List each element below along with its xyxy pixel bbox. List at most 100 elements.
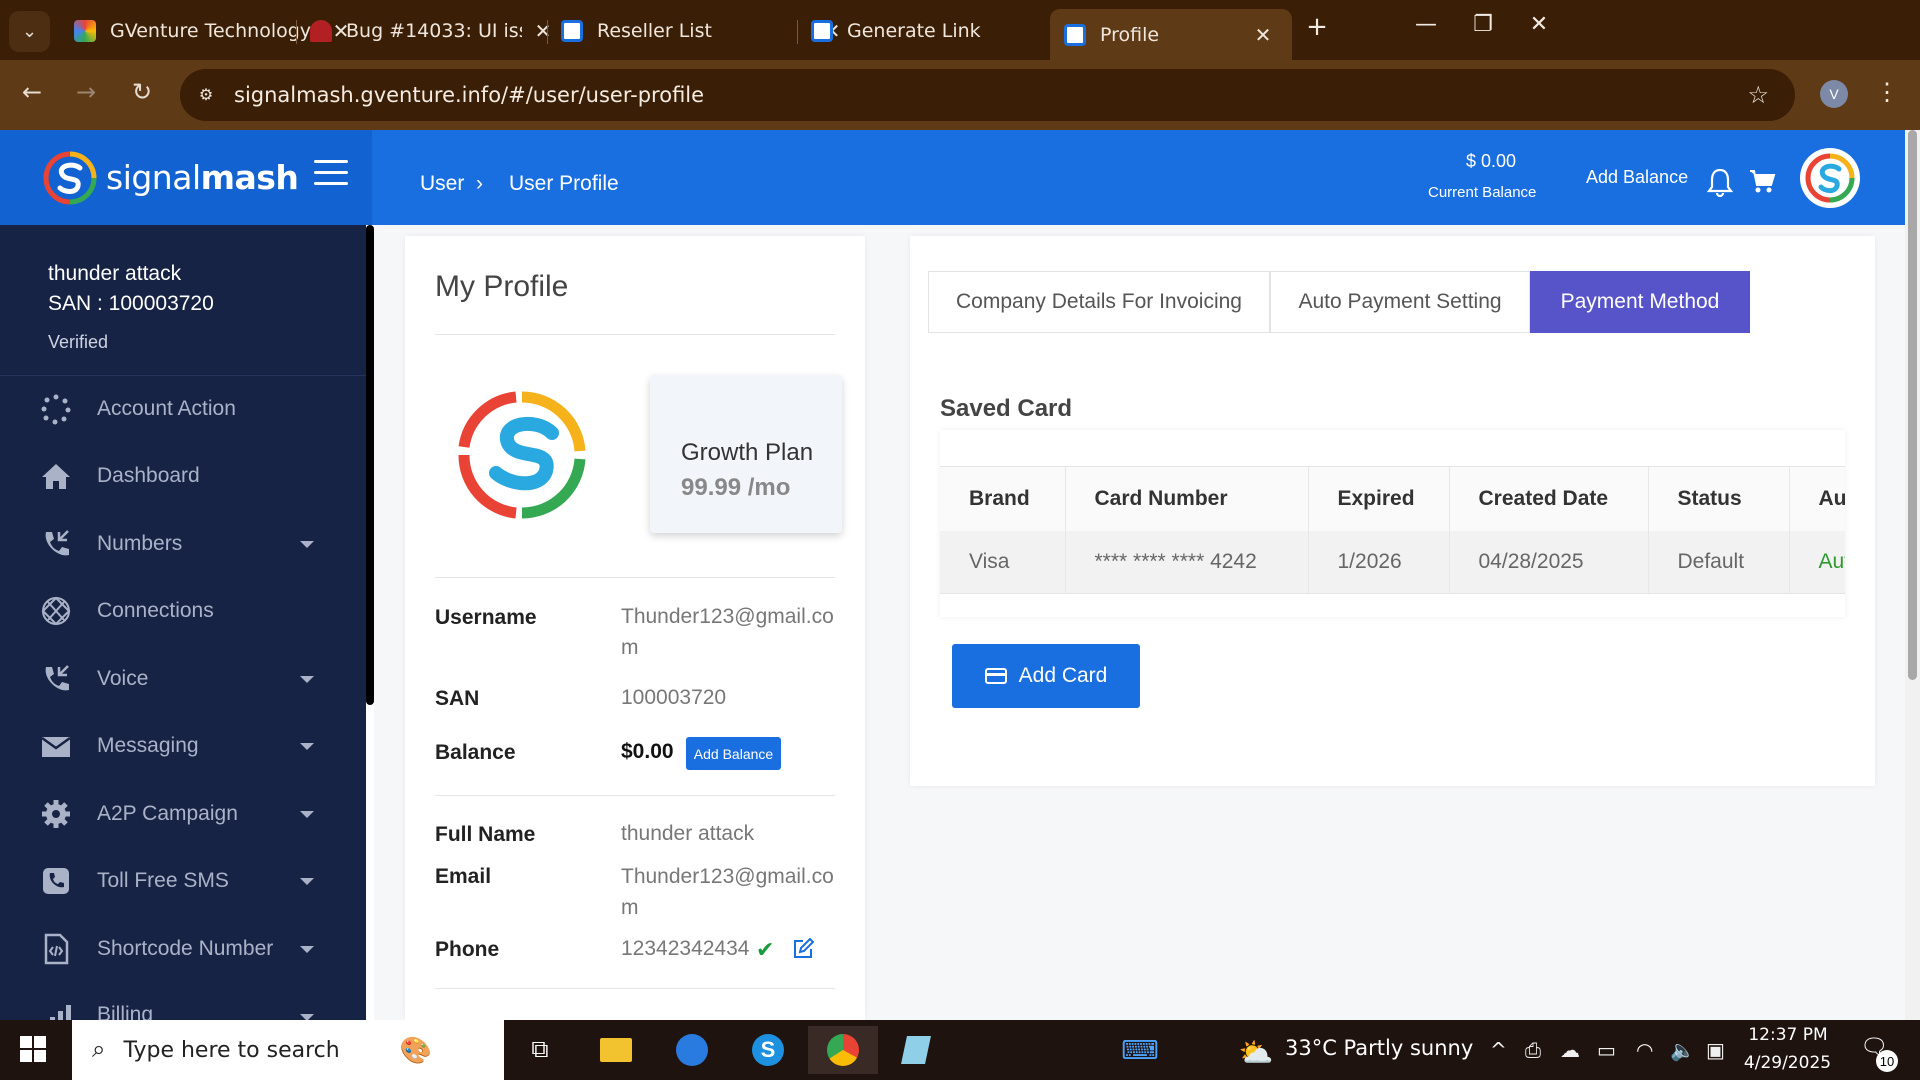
sidebar-item-label: Toll Free SMS <box>97 869 229 892</box>
clock-time[interactable]: 12:37 PM <box>1748 1025 1828 1045</box>
card-created-date: 04/28/2025 <box>1449 530 1649 594</box>
back-arrow-icon[interactable]: ← <box>14 78 50 106</box>
chrome-icon[interactable] <box>808 1026 878 1074</box>
sidebar-item-toll-free-sms[interactable]: Toll Free SMS <box>0 851 366 911</box>
weather-text[interactable]: 33°C Partly sunny <box>1285 1036 1473 1060</box>
tab-search-button[interactable]: ⌄ <box>9 11 50 52</box>
divider <box>435 988 835 989</box>
sidebar-item-connections[interactable]: Connections <box>0 581 366 641</box>
sidebar-item-billing[interactable]: Billing <box>0 985 366 1020</box>
column-header: Expired <box>1308 466 1450 531</box>
skype-icon[interactable]: S <box>744 1026 792 1074</box>
browser-tab-strip: ⌄ GVenture Technology Pvt ✕ Bug #14033: … <box>0 0 1920 60</box>
taskbar-search[interactable]: ⌕ Type here to search 🎨 <box>72 1020 504 1080</box>
clock-date[interactable]: 4/29/2025 <box>1740 1053 1835 1073</box>
sidebar-item-messaging[interactable]: Messaging <box>0 716 366 776</box>
sidebar-user-name: thunder attack <box>48 262 182 285</box>
breadcrumb-user[interactable]: User <box>420 172 464 196</box>
wifi-icon[interactable]: ◠ <box>1636 1038 1653 1062</box>
sidebar-item-label: Dashboard <box>97 464 200 487</box>
sidebar-item-voice[interactable]: Voice <box>0 649 366 709</box>
card-expiry: 1/2026 <box>1308 530 1450 594</box>
battery-icon[interactable]: ▭ <box>1597 1038 1616 1062</box>
add-balance-button[interactable]: Add Balance <box>686 737 781 770</box>
divider <box>435 334 835 335</box>
plan-price: 99.99 /mo <box>681 474 791 501</box>
header-add-balance-link[interactable]: Add Balance <box>1586 167 1688 188</box>
sidebar-item-shortcode-number[interactable]: Shortcode Number <box>0 919 366 979</box>
sidebar-item-dashboard[interactable]: Dashboard <box>0 446 366 506</box>
forward-arrow-icon[interactable]: → <box>68 78 104 106</box>
san-label: SAN <box>435 687 480 710</box>
phone-square-icon <box>43 868 69 894</box>
breadcrumb-current: User Profile <box>509 172 619 195</box>
profile-tabs: Company Details For Invoicing Auto Payme… <box>928 271 1750 333</box>
hamburger-menu-icon[interactable] <box>314 160 348 186</box>
meet-now-icon[interactable]: ⎙ <box>1525 1038 1541 1062</box>
edit-icon[interactable] <box>792 938 814 960</box>
onedrive-icon[interactable]: ☁ <box>1560 1038 1580 1062</box>
bookmark-star-icon[interactable]: ☆ <box>1747 81 1769 110</box>
chevron-up-icon[interactable]: ^ <box>1490 1038 1507 1062</box>
envelope-icon <box>41 736 71 757</box>
browser-tab[interactable]: Bug #14033: UI issues in ✕ <box>296 9 558 52</box>
minimize-button[interactable]: — <box>1401 12 1451 37</box>
authorize-link[interactable]: Authorize <box>1789 530 1845 594</box>
page-scrollbar-thumb[interactable] <box>1908 130 1917 680</box>
signalmash-logo-icon[interactable] <box>42 150 98 206</box>
url-text[interactable]: signalmash.gventure.info/#/user/user-pro… <box>234 83 704 107</box>
search-icon: ⌕ <box>92 1036 106 1063</box>
current-balance-label: Current Balance <box>1428 184 1537 201</box>
column-header: Status <box>1648 466 1790 531</box>
balance-label: Balance <box>435 741 516 764</box>
weather-icon[interactable]: ⛅ <box>1232 1028 1280 1076</box>
browser-profile-avatar[interactable]: V <box>1820 80 1848 108</box>
search-highlight-icon: 🎨 <box>399 1034 433 1065</box>
brand-name-bold: mash <box>200 158 299 197</box>
display-icon[interactable]: ▣ <box>1706 1038 1725 1062</box>
saved-card-table: Brand Card Number Expired Created Date S… <box>940 430 1845 617</box>
windows-start-icon[interactable] <box>20 1036 46 1062</box>
bell-icon[interactable] <box>1707 167 1733 197</box>
signal-icon <box>50 1005 71 1020</box>
brand-name[interactable]: signalmash <box>106 158 299 197</box>
tab-company-details[interactable]: Company Details For Invoicing <box>928 271 1270 333</box>
tab-payment-method[interactable]: Payment Method <box>1530 271 1750 333</box>
task-view-icon[interactable]: ⧉ <box>516 1026 564 1074</box>
new-tab-button[interactable]: + <box>1292 12 1342 42</box>
gventure-favicon <box>74 19 96 42</box>
sidebar-verified-status: Verified <box>48 332 109 352</box>
sidebar-item-label: Voice <box>97 667 149 690</box>
file-explorer-icon[interactable] <box>592 1026 640 1074</box>
email-value: Thunder123@gmail.com <box>621 865 834 919</box>
browser-tab-active[interactable]: Profile ✕ <box>1050 9 1292 60</box>
browser-tab-title: Profile <box>1100 23 1160 46</box>
add-card-label: Add Card <box>1018 664 1108 687</box>
sidebar-scrollbar[interactable] <box>366 225 374 705</box>
sidebar-item-numbers[interactable]: Numbers <box>0 514 366 574</box>
tab-auto-payment[interactable]: Auto Payment Setting <box>1270 271 1530 333</box>
user-avatar[interactable] <box>1800 148 1860 208</box>
volume-icon[interactable]: 🔈 <box>1670 1038 1695 1062</box>
home-icon <box>42 464 70 489</box>
username-value: Thunder123@gmail.com <box>621 605 834 659</box>
notepad-icon[interactable] <box>892 1026 940 1074</box>
restore-button[interactable]: ❐ <box>1458 12 1508 37</box>
sidebar-item-account-action[interactable]: Account Action <box>0 379 366 439</box>
sidebar-item-label: Connections <box>97 599 214 622</box>
keyboard-icon[interactable]: ⌨ <box>1116 1026 1164 1074</box>
close-window-button[interactable]: ✕ <box>1514 12 1564 37</box>
redmine-favicon <box>310 19 332 42</box>
close-icon[interactable]: ✕ <box>1248 23 1278 47</box>
add-card-button[interactable]: Add Card <box>952 644 1140 708</box>
sidebar-item-a2p-campaign[interactable]: A2P Campaign <box>0 784 366 844</box>
chevron-down-icon <box>300 877 314 885</box>
thunderbird-icon[interactable] <box>668 1026 716 1074</box>
site-settings-icon[interactable]: ⚙ <box>192 81 220 109</box>
omnibox[interactable]: ⚙ signalmash.gventure.info/#/user/user-p… <box>180 69 1795 121</box>
browser-menu-icon[interactable]: ⋮ <box>1875 78 1899 107</box>
phone-label: Phone <box>435 938 500 961</box>
cart-icon[interactable] <box>1748 167 1776 195</box>
browser-tab-title: Reseller List <box>597 19 712 42</box>
reload-icon[interactable]: ↻ <box>124 78 160 106</box>
